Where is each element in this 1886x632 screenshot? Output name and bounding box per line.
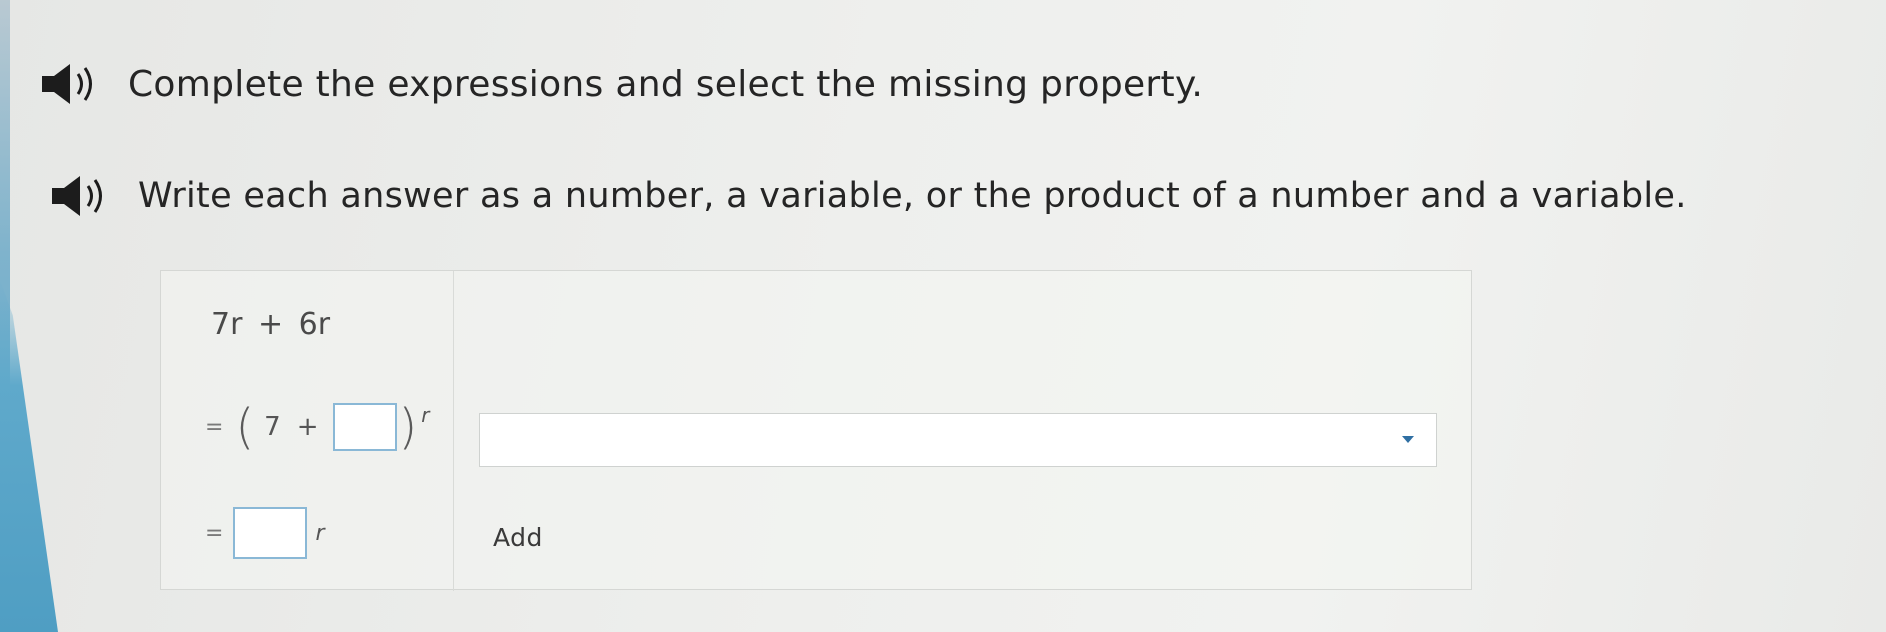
equals-sign: = [205, 520, 224, 546]
side-accent-shadow [0, 280, 58, 632]
variable-r: r [421, 403, 430, 427]
equals-sign: = [205, 414, 224, 440]
close-paren: ) [398, 399, 418, 455]
property-label-add: Add [493, 523, 543, 552]
instruction-line-1: Complete the expressions and select the … [40, 62, 1203, 106]
instruction-line-2: Write each answer as a number, a variabl… [50, 174, 1687, 218]
open-paren: ( [235, 399, 255, 455]
starting-expression: 7r + 6r [211, 307, 331, 342]
instruction-text: Write each answer as a number, a variabl… [138, 176, 1687, 216]
property-dropdown[interactable] [479, 413, 1437, 467]
step-1-expression: = ( 7 + ) r [205, 403, 429, 451]
answer-input-1[interactable] [332, 403, 397, 451]
step-2-expression: = r [205, 507, 324, 559]
chevron-down-icon[interactable] [1402, 436, 1414, 443]
variable-r: r [315, 520, 325, 546]
speaker-icon[interactable] [50, 174, 110, 218]
speaker-icon[interactable] [40, 62, 100, 106]
plus-sign: + [296, 412, 319, 442]
problem-panel: 7r + 6r = ( 7 + ) r = r Add [160, 270, 1472, 591]
panel-divider [453, 271, 454, 591]
first-term: 7 [264, 412, 281, 442]
answer-input-2[interactable] [233, 507, 308, 559]
instruction-text: Complete the expressions and select the … [128, 63, 1204, 105]
